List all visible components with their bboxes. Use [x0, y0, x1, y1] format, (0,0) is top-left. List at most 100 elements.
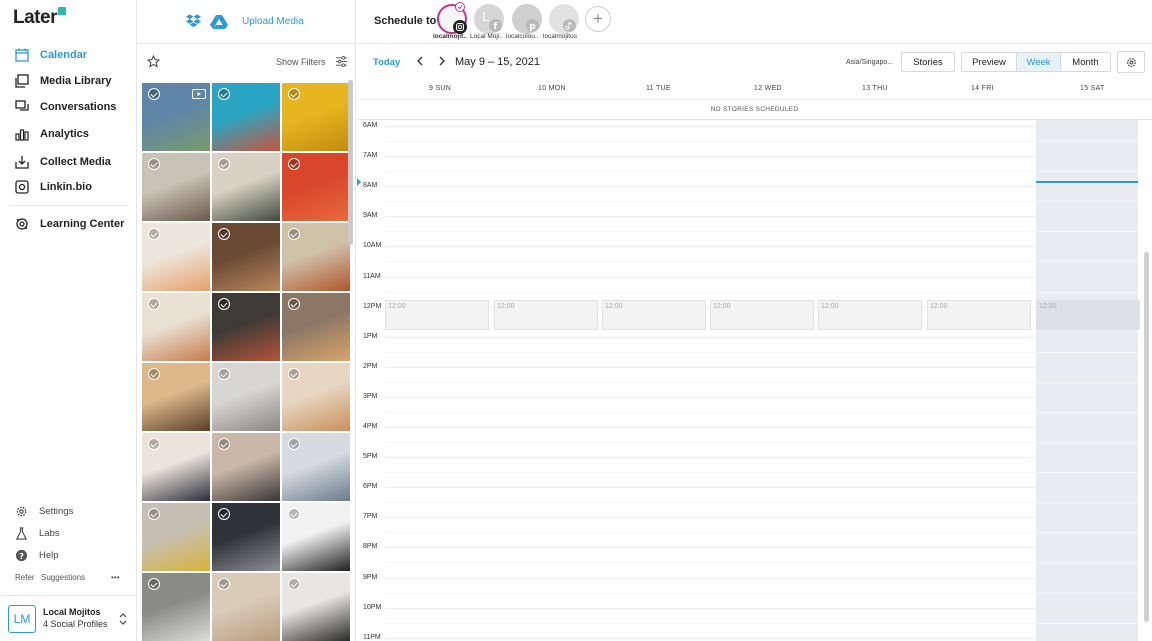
select-check-icon[interactable]	[218, 438, 230, 450]
media-thumbnail[interactable]	[212, 503, 280, 571]
hour-line	[385, 276, 1138, 278]
refer-link[interactable]: Refer	[15, 573, 35, 582]
sidebar-item-help[interactable]: ? Help	[0, 546, 136, 564]
profile-avatar-tiktok[interactable]	[549, 4, 579, 34]
more-options-icon[interactable]: •••	[111, 573, 119, 582]
profile-avatar-pinterest[interactable]: p	[512, 4, 542, 34]
later-app: Later Calendar Media Library Conversatio…	[0, 0, 1152, 641]
svg-text:?: ?	[19, 550, 24, 560]
filter-sliders-icon[interactable]	[336, 56, 347, 67]
media-thumbnail[interactable]	[142, 363, 210, 431]
chevron-right-icon[interactable]	[436, 55, 448, 67]
media-thumbnail[interactable]	[142, 83, 210, 151]
media-thumbnail[interactable]	[282, 153, 350, 221]
select-check-icon[interactable]	[218, 88, 230, 100]
show-filters-button[interactable]: Show Filters	[276, 57, 326, 67]
select-check-icon[interactable]	[148, 88, 160, 100]
media-thumbnail[interactable]	[142, 223, 210, 291]
media-thumbnail[interactable]	[142, 153, 210, 221]
dropbox-icon[interactable]	[185, 13, 202, 29]
upload-media-button[interactable]: Upload Media	[242, 16, 304, 27]
profile-avatar-instagram[interactable]	[437, 2, 467, 34]
media-thumbnail[interactable]	[282, 293, 350, 361]
star-icon[interactable]	[147, 55, 160, 68]
sidebar-item-settings[interactable]: Settings	[0, 502, 136, 520]
select-check-icon[interactable]	[218, 368, 230, 380]
sidebar-item-analytics[interactable]: Analytics	[0, 123, 136, 145]
select-check-icon[interactable]	[148, 438, 160, 450]
month-view-button[interactable]: Month	[1060, 52, 1111, 72]
preview-button[interactable]: Preview	[961, 52, 1017, 72]
profile-switcher[interactable]: LM Local Mojitos 4 Social Profiles	[0, 595, 136, 641]
later-logo[interactable]: Later	[13, 7, 66, 29]
time-slot-noon[interactable]: 12:00	[385, 300, 489, 330]
facebook-icon: f	[489, 19, 502, 32]
time-slot-noon[interactable]: 12:00	[1036, 300, 1140, 330]
select-check-icon[interactable]	[218, 158, 230, 170]
media-thumbnail[interactable]	[282, 223, 350, 291]
analytics-icon	[15, 129, 29, 141]
calendar-scrollbar[interactable]	[1144, 252, 1149, 622]
select-check-icon[interactable]	[218, 228, 230, 240]
media-thumbnail[interactable]	[282, 83, 350, 151]
timezone-selector[interactable]: Asia/Singapo...	[846, 59, 893, 66]
media-thumbnail[interactable]	[282, 433, 350, 501]
today-button[interactable]: Today	[373, 57, 400, 68]
media-thumbnail[interactable]	[282, 573, 350, 641]
chevron-left-icon[interactable]	[414, 55, 426, 67]
add-profile-button[interactable]: +	[585, 6, 611, 32]
media-thumbnail[interactable]	[212, 293, 280, 361]
sidebar-item-collect-media[interactable]: Collect Media	[0, 151, 136, 173]
select-check-icon[interactable]	[148, 228, 160, 240]
media-thumbnail[interactable]	[212, 153, 280, 221]
sidebar-item-label: Learning Center	[40, 218, 125, 230]
media-thumbnail[interactable]	[212, 223, 280, 291]
select-check-icon[interactable]	[288, 508, 300, 520]
sidebar-item-labs[interactable]: Labs	[0, 524, 136, 542]
media-thumbnail[interactable]	[142, 293, 210, 361]
sidebar-item-calendar[interactable]: Calendar	[0, 44, 136, 66]
learning-center-icon	[16, 218, 28, 230]
calendar-settings-button[interactable]	[1117, 51, 1145, 73]
select-check-icon[interactable]	[148, 368, 160, 380]
media-thumbnail[interactable]	[282, 363, 350, 431]
select-check-icon[interactable]	[288, 438, 300, 450]
google-drive-icon[interactable]	[210, 14, 228, 29]
media-scrollbar[interactable]	[348, 80, 353, 245]
select-check-icon[interactable]	[218, 508, 230, 520]
select-check-icon[interactable]	[148, 508, 160, 520]
select-check-icon[interactable]	[288, 368, 300, 380]
media-thumbnail[interactable]	[142, 433, 210, 501]
select-check-icon[interactable]	[148, 578, 160, 590]
time-slot-noon[interactable]: 12:00	[818, 300, 922, 330]
select-check-icon[interactable]	[218, 298, 230, 310]
media-thumbnail[interactable]	[212, 363, 280, 431]
media-thumbnail[interactable]	[142, 503, 210, 571]
media-thumbnail[interactable]	[142, 573, 210, 641]
sidebar-item-learning-center[interactable]: Learning Center	[0, 213, 136, 235]
select-check-icon[interactable]	[218, 578, 230, 590]
time-slot-noon[interactable]: 12:00	[494, 300, 598, 330]
media-thumbnail[interactable]	[212, 83, 280, 151]
media-thumbnail[interactable]	[282, 503, 350, 571]
sidebar-item-conversations[interactable]: Conversations	[0, 96, 136, 118]
select-check-icon[interactable]	[288, 298, 300, 310]
profile-avatar-facebook[interactable]: L f	[474, 4, 504, 34]
select-check-icon[interactable]	[148, 158, 160, 170]
media-thumbnail[interactable]	[212, 433, 280, 501]
stories-button[interactable]: Stories	[901, 52, 955, 72]
time-slot-noon[interactable]: 12:00	[710, 300, 814, 330]
select-check-icon[interactable]	[288, 228, 300, 240]
week-grid[interactable]: 6AM 7AM 8AM 9AM 10AM 11AM 12PM 1PM 2PM 3PM 4PM 5PM 6…	[357, 120, 1152, 641]
select-check-icon[interactable]	[148, 298, 160, 310]
time-slot-noon[interactable]: 12:00	[602, 300, 706, 330]
suggestions-link[interactable]: Suggestions	[41, 573, 85, 582]
sidebar-item-linkinbio[interactable]: Linkin.bio	[0, 176, 136, 198]
media-thumbnail[interactable]	[212, 573, 280, 641]
time-slot-noon[interactable]: 12:00	[927, 300, 1031, 330]
select-check-icon[interactable]	[288, 158, 300, 170]
sidebar-item-media-library[interactable]: Media Library	[0, 70, 136, 92]
select-check-icon[interactable]	[288, 88, 300, 100]
week-view-button[interactable]: Week	[1016, 52, 1061, 72]
select-check-icon[interactable]	[288, 578, 300, 590]
